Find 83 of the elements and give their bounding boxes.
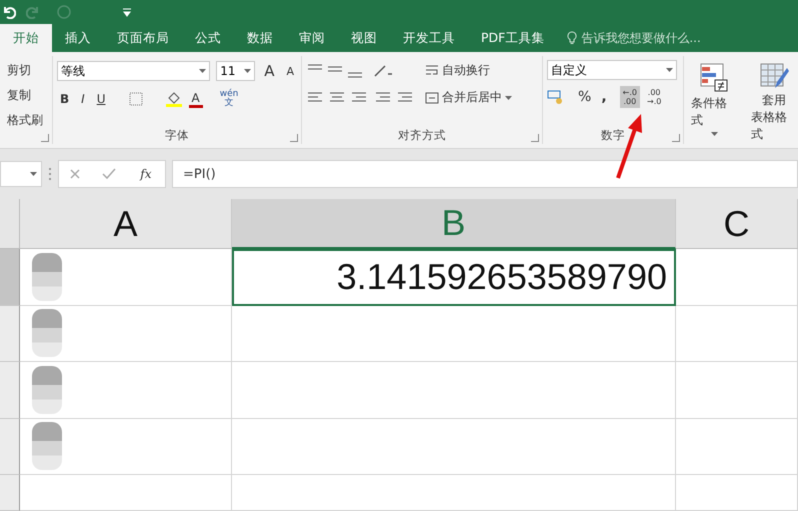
row-header[interactable] — [0, 306, 20, 362]
table-cell[interactable] — [20, 249, 232, 306]
ribbon-tab[interactable]: 审阅 — [286, 24, 338, 52]
number-format-field[interactable]: 自定义 — [547, 60, 677, 80]
grow-font-button[interactable]: A — [261, 60, 278, 82]
cancel-icon[interactable] — [69, 168, 82, 180]
wrap-text-icon — [425, 64, 439, 78]
shrink-font-button[interactable]: A — [283, 62, 297, 80]
select-all-corner[interactable] — [0, 199, 20, 249]
ribbon-tab[interactable]: 公式 — [182, 24, 234, 52]
decimal-button[interactable]: ←.0 .00 — [620, 86, 640, 108]
dropdown-caret-icon[interactable] — [30, 172, 37, 176]
currency-icon[interactable] — [547, 89, 565, 105]
table-cell[interactable] — [232, 475, 676, 511]
ribbon-tab[interactable]: 数据 — [234, 24, 286, 52]
blurred-text-placeholder — [32, 309, 62, 358]
decimal-button[interactable]: .00 →.0 — [644, 86, 664, 108]
row-header[interactable] — [0, 475, 20, 511]
fill-bucket-icon[interactable] — [164, 90, 182, 108]
table-cell[interactable] — [20, 418, 232, 475]
clipboard-button[interactable]: 复制 — [4, 85, 48, 106]
table-cell[interactable] — [676, 475, 798, 511]
table-cell[interactable] — [232, 362, 676, 418]
group-label: 对齐方式 — [397, 128, 447, 144]
blurred-text-placeholder — [32, 252, 62, 301]
table-cell[interactable] — [20, 475, 232, 511]
conditional-format-icon — [699, 62, 729, 92]
column-header[interactable]: B — [232, 199, 676, 249]
table-cell[interactable] — [232, 306, 676, 362]
table-cell[interactable] — [676, 362, 798, 418]
ribbon-tab[interactable]: 页面布局 — [104, 24, 182, 52]
italic-button[interactable]: I — [78, 90, 88, 108]
table-cell[interactable] — [232, 418, 676, 475]
row-header[interactable] — [0, 249, 20, 306]
tell-me-field[interactable]: 告诉我您想要做什么... — [557, 24, 701, 52]
dropdown-caret-icon[interactable] — [505, 96, 512, 100]
table-cell[interactable] — [20, 306, 232, 362]
table-cell[interactable] — [676, 306, 798, 362]
dropdown-caret-icon[interactable] — [199, 69, 206, 73]
underline-button[interactable]: U — [94, 90, 108, 108]
format-as-table-button[interactable]: 套用 表格格式 — [748, 60, 798, 145]
percent-button[interactable]: % — [575, 87, 594, 107]
circle-icon[interactable] — [56, 4, 72, 20]
group-label: 数字 — [600, 128, 626, 144]
wrap-text-button[interactable]: 自动换行 — [422, 60, 493, 81]
table-cell[interactable]: 3.141592653589790 — [232, 249, 676, 306]
formula-field[interactable]: =PI() — [172, 160, 798, 188]
clipboard-button[interactable]: 剪切 — [4, 60, 48, 81]
ribbon-tab[interactable]: 插入 — [52, 24, 104, 52]
undo-icon[interactable] — [2, 5, 16, 19]
font-size-field[interactable]: 11 — [216, 61, 256, 81]
blurred-text-placeholder — [32, 422, 62, 470]
merge-icon — [425, 90, 439, 104]
check-icon[interactable] — [102, 168, 116, 180]
group-label: 字体 — [164, 128, 190, 144]
conditional-format-button[interactable]: 条件格式 — [688, 60, 740, 145]
comma-button[interactable]: , — [598, 87, 610, 107]
row-header[interactable] — [0, 362, 20, 418]
column-header[interactable]: C — [676, 199, 798, 249]
font-color-button[interactable]: A — [188, 90, 203, 108]
blurred-text-placeholder — [32, 366, 62, 414]
table-cell[interactable] — [676, 249, 798, 306]
customize-menu-icon[interactable] — [122, 7, 132, 17]
ribbon-tab[interactable]: 开发工具 — [390, 24, 468, 52]
ribbon-tab[interactable]: 开始 — [0, 24, 52, 52]
dropdown-caret-icon[interactable] — [244, 69, 252, 73]
drag-handle-icon[interactable] — [48, 167, 52, 181]
dropdown-caret-icon[interactable] — [666, 68, 673, 72]
ribbon-tab[interactable]: 视图 — [338, 24, 390, 52]
font-name-field[interactable]: 等线 — [57, 61, 210, 81]
dropdown-caret-icon[interactable] — [710, 132, 718, 136]
insert-function-button[interactable]: fx — [137, 165, 155, 183]
merge-center-button[interactable]: 合并后居中 — [422, 87, 515, 108]
ribbon-tab[interactable]: PDF工具集 — [468, 24, 558, 52]
phonetic-button[interactable]: wén 文 — [216, 88, 242, 110]
lightbulb-icon — [567, 31, 578, 45]
column-header[interactable]: A — [20, 199, 232, 249]
table-cell[interactable] — [20, 362, 232, 418]
border-icon[interactable] — [128, 92, 142, 106]
table-cell[interactable] — [676, 418, 798, 475]
bold-button[interactable]: B — [57, 90, 72, 108]
clipboard-button[interactable]: 格式刷 — [4, 110, 48, 131]
row-header[interactable] — [0, 418, 20, 475]
